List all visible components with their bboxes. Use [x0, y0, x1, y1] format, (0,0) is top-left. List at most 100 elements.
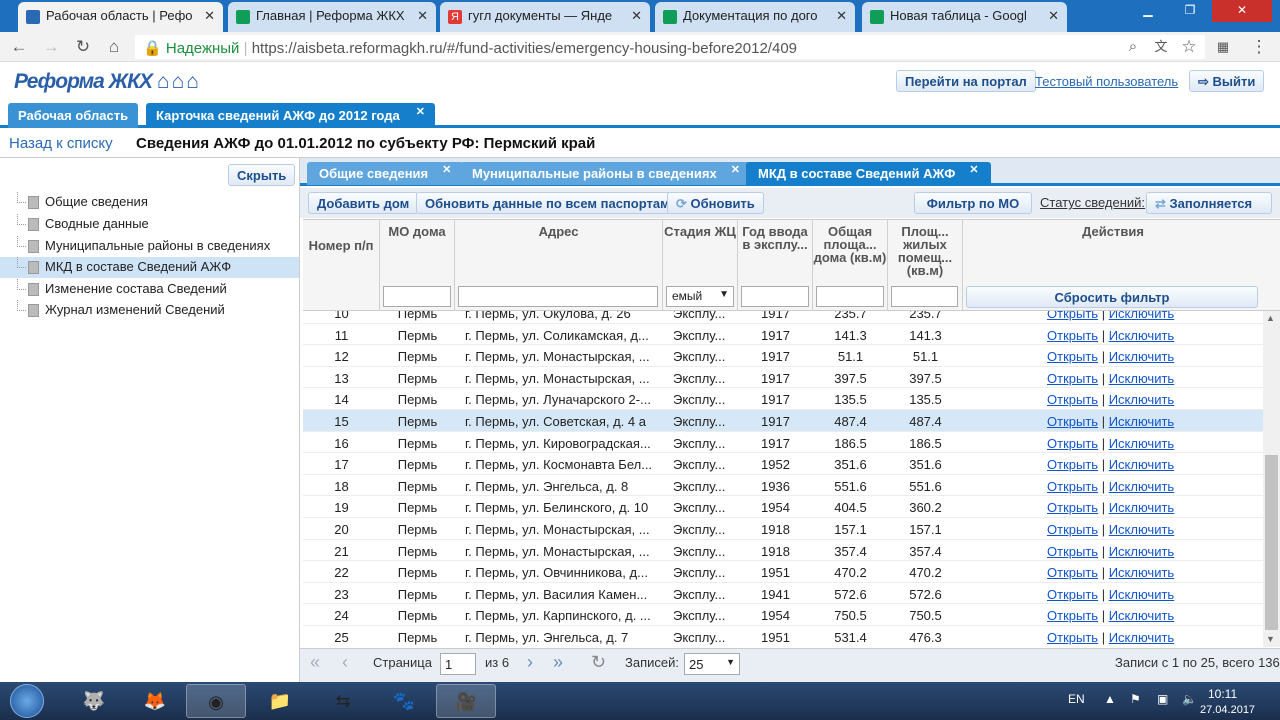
browser-tab-4[interactable]: Новая таблица - Googl ✕	[862, 2, 1067, 32]
exclude-link[interactable]: Исключить	[1109, 565, 1175, 580]
filter-stage-select[interactable]: емый ▼	[666, 286, 734, 307]
open-link[interactable]: Открыть	[1047, 392, 1098, 407]
exclude-link[interactable]: Исключить	[1109, 328, 1175, 343]
filter-address-input[interactable]	[458, 286, 658, 307]
open-link[interactable]: Открыть	[1047, 371, 1098, 386]
clock-date[interactable]: 27.04.2017	[1200, 704, 1255, 716]
open-link[interactable]: Открыть	[1047, 608, 1098, 623]
url-input[interactable]: 🔒 Надежный | https://aisbeta.reformagkh.…	[135, 35, 1205, 59]
prev-page-icon[interactable]: ‹	[342, 652, 348, 673]
back-to-list-link[interactable]: Назад к списку	[9, 135, 113, 152]
teamviewer-icon[interactable]: ⇆	[313, 684, 373, 718]
records-select[interactable]: 25 ▼	[684, 653, 740, 675]
paw-app-icon[interactable]: 🐾	[374, 684, 434, 718]
logo[interactable]: Реформа ЖКХ ⌂⌂⌂	[14, 70, 201, 94]
minimize-icon[interactable]: ▁	[1128, 0, 1168, 22]
zoom-icon[interactable]: ⌕	[1122, 36, 1144, 58]
go-to-portal-button[interactable]: Перейти на портал	[896, 70, 1036, 92]
flag-icon[interactable]: ⚑	[1130, 692, 1141, 706]
open-link[interactable]: Открыть	[1047, 479, 1098, 494]
reset-filter-button[interactable]: Сбросить фильтр	[966, 286, 1258, 308]
open-link[interactable]: Открыть	[1047, 587, 1098, 602]
extension-icon[interactable]: ▦	[1212, 36, 1234, 58]
table-row[interactable]: 16 Пермь г. Пермь, ул. Кировоградская... Эк…	[303, 432, 1263, 454]
table-row[interactable]: 18 Пермь г. Пермь, ул. Энгельса, д. 8 Экспл…	[303, 475, 1263, 497]
browser-tab-3[interactable]: Документация по дого ✕	[655, 2, 855, 32]
exclude-link[interactable]: Исключить	[1109, 371, 1175, 386]
tree-item-general[interactable]: Общие сведения	[0, 192, 299, 213]
open-link[interactable]: Открыть	[1047, 414, 1098, 429]
exclude-link[interactable]: Исключить	[1109, 522, 1175, 537]
chrome-icon[interactable]: ◉	[186, 684, 246, 718]
tab-districts[interactable]: Муниципальные районы в сведениях ✕	[460, 162, 752, 185]
refresh-button[interactable]: ⟳ Обновить	[667, 192, 764, 214]
exclude-link[interactable]: Исключить	[1109, 392, 1175, 407]
table-row[interactable]: 24 Пермь г. Пермь, ул. Карпинского, д. ...…	[303, 604, 1263, 626]
browser-tab-0[interactable]: Рабочая область | Рефо ✕	[18, 2, 223, 32]
tab-workspace[interactable]: Рабочая область	[8, 103, 139, 128]
filter-living-area-input[interactable]	[891, 286, 958, 307]
exclude-link[interactable]: Исключить	[1109, 479, 1175, 494]
exclude-link[interactable]: Исключить	[1109, 349, 1175, 364]
tree-item-districts[interactable]: Муниципальные районы в сведениях	[0, 236, 299, 257]
tab-card[interactable]: Карточка сведений АЖФ до 2012 года ✕	[146, 103, 435, 128]
open-link[interactable]: Открыть	[1047, 500, 1098, 515]
forward-arrow-icon[interactable]: →	[40, 36, 62, 58]
open-link[interactable]: Открыть	[1047, 457, 1098, 472]
close-tab-icon[interactable]: ✕	[417, 8, 428, 24]
menu-icon[interactable]: ⋮	[1248, 36, 1270, 58]
open-link[interactable]: Открыть	[1047, 349, 1098, 364]
language-indicator[interactable]: EN	[1068, 692, 1085, 706]
exclude-link[interactable]: Исключить	[1109, 457, 1175, 472]
maximize-icon[interactable]: ❐	[1170, 0, 1210, 22]
camera-app-icon[interactable]: 🎥	[436, 684, 496, 718]
scroll-down-icon[interactable]: ▼	[1266, 634, 1275, 644]
browser-tab-1[interactable]: Главная | Реформа ЖКХ ✕	[228, 2, 436, 32]
table-row[interactable]: 10 Пермь г. Пермь, ул. Окулова, д. 26 Экспл…	[303, 311, 1263, 324]
hide-panel-button[interactable]: Скрыть	[228, 164, 296, 186]
exclude-link[interactable]: Исключить	[1109, 608, 1175, 623]
close-tab-icon[interactable]: ✕	[416, 106, 425, 118]
tree-item-mkd[interactable]: МКД в составе Сведений АЖФ	[0, 257, 299, 278]
open-link[interactable]: Открыть	[1047, 630, 1098, 645]
add-house-button[interactable]: Добавить дом	[308, 192, 419, 214]
open-link[interactable]: Открыть	[1047, 311, 1098, 321]
table-row[interactable]: 17 Пермь г. Пермь, ул. Космонавта Бел... Эк…	[303, 453, 1263, 475]
close-tab-icon[interactable]: ✕	[442, 164, 451, 176]
bookmark-star-icon[interactable]: ☆	[1178, 36, 1200, 58]
logout-button[interactable]: ⇨ Выйти	[1189, 70, 1265, 92]
table-row[interactable]: 22 Пермь г. Пермь, ул. Овчинникова, д... Эк…	[303, 561, 1263, 583]
back-arrow-icon[interactable]: ←	[8, 36, 30, 58]
firefox-icon[interactable]: 🦊	[125, 684, 185, 718]
table-row[interactable]: 19 Пермь г. Пермь, ул. Белинского, д. 10 Эк…	[303, 496, 1263, 518]
exclude-link[interactable]: Исключить	[1109, 500, 1175, 515]
clock-time[interactable]: 10:11	[1208, 687, 1237, 701]
reload-icon[interactable]: ↻	[72, 36, 94, 58]
tree-item-log[interactable]: Журнал изменений Сведений	[0, 300, 299, 321]
column-header-number[interactable]: Номер п/п	[303, 219, 380, 311]
tab-mkd[interactable]: МКД в составе Сведений АЖФ ✕	[746, 162, 991, 185]
start-button-icon[interactable]	[10, 684, 44, 718]
first-page-icon[interactable]: «	[310, 652, 320, 673]
table-row[interactable]: 20 Пермь г. Пермь, ул. Монастырская, ... Эк…	[303, 518, 1263, 540]
tree-item-changes[interactable]: Изменение состава Сведений	[0, 279, 299, 300]
table-row[interactable]: 23 Пермь г. Пермь, ул. Василия Камен... Экс…	[303, 583, 1263, 605]
translate-icon[interactable]: 文	[1150, 36, 1172, 58]
tree-item-summary[interactable]: Сводные данные	[0, 214, 299, 235]
refresh-icon[interactable]: ↻	[591, 652, 606, 673]
table-row[interactable]: 21 Пермь г. Пермь, ул. Монастырская, ... Эк…	[303, 540, 1263, 562]
filter-year-input[interactable]	[741, 286, 809, 307]
close-tab-icon[interactable]: ✕	[731, 164, 740, 176]
volume-icon[interactable]: 🔈	[1182, 692, 1197, 706]
table-row[interactable]: 25 Пермь г. Пермь, ул. Энгельса, д. 7 Экспл…	[303, 626, 1263, 647]
close-tab-icon[interactable]: ✕	[1048, 8, 1059, 24]
filter-total-area-input[interactable]	[816, 286, 884, 307]
exclude-link[interactable]: Исключить	[1109, 587, 1175, 602]
scrollbar-thumb[interactable]	[1265, 455, 1278, 630]
filter-mo-button[interactable]: Фильтр по МО	[914, 192, 1032, 214]
refresh-all-passports-button[interactable]: Обновить данные по всем паспортам	[416, 192, 679, 214]
close-tab-icon[interactable]: ✕	[969, 164, 978, 176]
last-page-icon[interactable]: »	[553, 652, 563, 673]
filter-mo-input[interactable]	[383, 286, 451, 307]
page-input[interactable]: 1	[440, 653, 476, 675]
